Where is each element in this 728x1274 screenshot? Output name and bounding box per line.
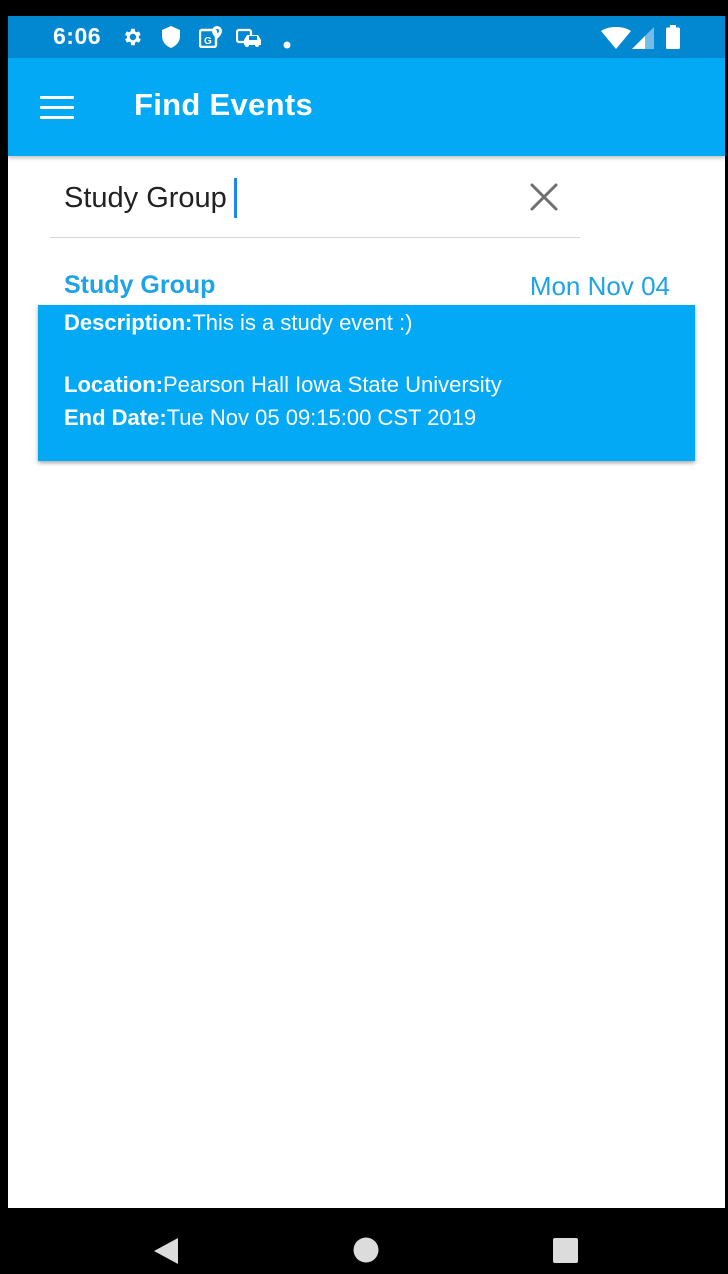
map-pin-icon: G — [198, 26, 223, 52]
navigation-bar — [0, 1208, 728, 1274]
event-date: Mon Nov 04 — [529, 271, 670, 301]
home-icon[interactable] — [353, 1237, 379, 1267]
page-title: Find Events — [134, 87, 313, 122]
gear-icon — [121, 26, 143, 52]
back-icon[interactable] — [152, 1236, 180, 1270]
wifi-icon — [601, 27, 631, 53]
hamburger-menu-icon[interactable] — [40, 96, 74, 120]
event-title[interactable]: Study Group — [64, 271, 215, 300]
description-text: This is a study event :) — [192, 310, 413, 335]
event-end-date: End Date:Tue Nov 05 09:15:00 CST 2019 — [64, 405, 476, 431]
end-date-text: Tue Nov 05 09:15:00 CST 2019 — [166, 405, 477, 430]
battery-icon — [666, 25, 680, 53]
svg-text:G: G — [204, 36, 212, 47]
location-label: Location: — [64, 372, 163, 397]
shield-icon — [161, 26, 181, 52]
event-card[interactable]: Description:This is a study event :) Loc… — [38, 305, 695, 461]
car-icon — [235, 26, 262, 52]
app-screen: 6:06 G Find Events Study Group Study Gro… — [8, 16, 725, 1208]
status-time: 6:06 — [53, 23, 102, 49]
close-icon[interactable] — [529, 182, 559, 212]
dot-icon — [283, 34, 291, 53]
end-date-label: End Date: — [64, 405, 167, 430]
location-text: Pearson Hall Iowa State University — [163, 372, 502, 397]
search-underline — [50, 237, 580, 238]
status-bar: 6:06 G — [8, 16, 725, 58]
recents-icon[interactable] — [553, 1238, 579, 1268]
search-input[interactable] — [64, 176, 504, 220]
event-description: Description:This is a study event :) — [64, 310, 412, 336]
text-cursor — [234, 178, 237, 218]
event-location: Location:Pearson Hall Iowa State Univers… — [64, 372, 502, 398]
signal-icon — [632, 27, 654, 53]
description-label: Description: — [64, 310, 193, 335]
app-bar: Find Events — [8, 58, 725, 156]
